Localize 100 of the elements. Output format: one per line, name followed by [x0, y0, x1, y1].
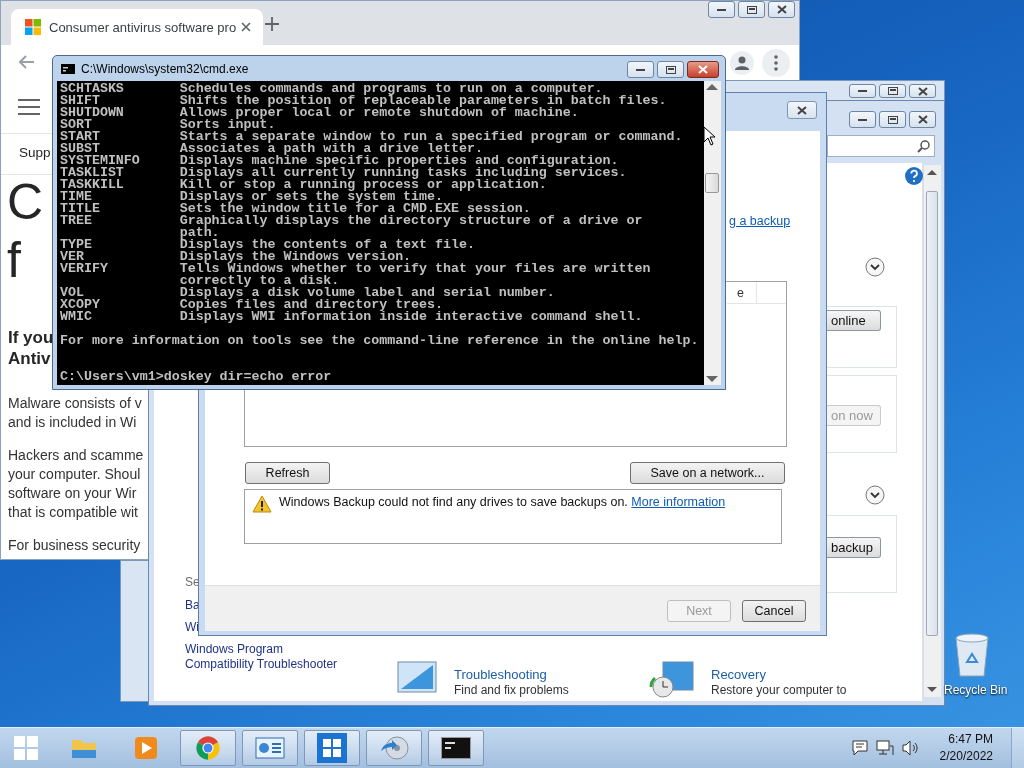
backup-disk-icon [379, 735, 409, 761]
section-heading: If you Antiv [8, 327, 54, 369]
minimize-button[interactable] [849, 111, 876, 128]
profile-button[interactable] [730, 51, 754, 75]
close-button[interactable] [787, 101, 817, 119]
browser-tab[interactable]: Consumer antivirus software pro [11, 9, 263, 45]
command-description: Displays machine specific properties and configuration. [179, 155, 619, 167]
command-description: Displays WMI information inside interactive command shell. [179, 311, 643, 323]
command-name: SHIFT [60, 95, 100, 107]
command-description: Shifts the position of replaceable parameters in batch files. [179, 95, 667, 107]
action-button[interactable]: online [827, 310, 881, 331]
refresh-button[interactable]: Refresh [245, 462, 330, 484]
command-name: TYPE [60, 239, 93, 251]
maximize-button[interactable] [657, 61, 684, 78]
maximize-icon [665, 65, 676, 74]
windows-logo-icon [14, 736, 38, 760]
tile-description: Restore your computer to [711, 683, 847, 697]
maximize-button[interactable] [738, 1, 765, 18]
command-name: WMIC [60, 311, 93, 323]
command-description: correctly to a disk. [179, 275, 340, 287]
command-name: XCOPY [60, 299, 101, 311]
save-on-network-button[interactable]: Save on a network... [630, 462, 785, 484]
clock-time[interactable]: 6:47 PM [948, 731, 993, 748]
taskbar-app-button[interactable] [428, 730, 484, 766]
search-icon [917, 139, 930, 153]
new-tab-button[interactable] [263, 15, 281, 33]
scroll-up-icon[interactable] [706, 83, 718, 90]
command-description: Kill or stop a running process or application. [179, 179, 547, 191]
expand-chevron-icon[interactable] [865, 485, 885, 505]
monitor-icon [397, 661, 437, 695]
monitor-clock-icon [649, 661, 695, 699]
command-name: SYSTEMINFO [60, 155, 141, 167]
close-icon [797, 105, 807, 115]
nav-link[interactable]: Supp [19, 145, 51, 160]
menu-button[interactable] [762, 49, 790, 77]
menu-button[interactable] [18, 99, 40, 115]
browser-icon [194, 734, 222, 762]
menu-icon [774, 55, 778, 71]
close-button[interactable] [687, 61, 719, 78]
scroll-up-icon[interactable] [927, 169, 937, 175]
command-name: VERIFY [60, 263, 109, 278]
four-squares-icon [25, 19, 41, 35]
command-description: Graphically displays the directory structure of a drive or [179, 215, 643, 227]
maximize-button[interactable] [879, 84, 906, 98]
drive-list[interactable] [244, 391, 787, 447]
scroll-thumb[interactable] [705, 173, 719, 193]
scroll-thumb[interactable] [926, 191, 938, 636]
expand-chevron-icon[interactable] [865, 257, 885, 277]
search-field[interactable] [827, 135, 935, 157]
scrollbar[interactable] [923, 165, 941, 697]
maximize-icon [887, 115, 898, 124]
maximize-icon [887, 87, 898, 95]
page-heading: C f [7, 173, 44, 289]
volume-icon[interactable] [901, 740, 920, 756]
control-panel-icon [255, 736, 285, 760]
command-description: Displays all currently running tasks including services. [179, 167, 627, 179]
close-button[interactable] [909, 111, 936, 128]
paragraph: Hackers and scamme your computer. Shoul software on your Wir that is compatible wit [8, 446, 144, 522]
command-description: Displays or sets the system time. [179, 191, 443, 203]
menu-icon [18, 99, 40, 115]
tile-title-link[interactable]: Troubleshooting [454, 667, 547, 682]
minimize-button[interactable] [708, 1, 735, 18]
command-name: SCHTASKS [60, 83, 125, 95]
clock-date[interactable]: 2/20/2022 [939, 748, 993, 765]
close-button[interactable] [768, 1, 795, 18]
scroll-down-icon[interactable] [706, 376, 718, 383]
scrollbar[interactable] [704, 81, 721, 385]
command-name: SORT [60, 119, 92, 131]
recycle-bin-icon[interactable] [952, 632, 992, 678]
windows-logo-icon [317, 733, 347, 763]
notification-icon[interactable] [851, 740, 868, 756]
action-button[interactable]: backup [827, 537, 881, 558]
paragraph: For business security [8, 536, 142, 555]
command-prompt[interactable]: C:\Users\vm1>doskey dir=echo error [60, 371, 704, 383]
column-header[interactable]: e [729, 282, 757, 304]
link[interactable]: g a backup [729, 214, 791, 228]
command-description: Copies files and directory trees. [179, 299, 443, 311]
command-name: START [60, 131, 101, 143]
person-icon [735, 56, 749, 70]
minimize-button[interactable] [627, 61, 654, 78]
minimize-button[interactable] [849, 84, 876, 98]
close-icon [241, 22, 251, 32]
command-name: TIME [60, 191, 92, 203]
command-name: VER [60, 251, 84, 263]
back-arrow-icon [17, 53, 35, 70]
window-title: C:\Windows\system32\cmd.exe [81, 62, 249, 76]
scroll-down-icon[interactable] [927, 687, 937, 693]
tab-title: Consumer antivirus software pro [49, 20, 237, 35]
more-information-link[interactable]: More information [631, 495, 726, 509]
console-line: For more information on tools see the command-line reference in the online help. [60, 335, 700, 347]
command-description: Sets the window title for a CMD.EXE session. [179, 203, 531, 215]
network-icon[interactable] [875, 740, 894, 756]
link[interactable]: Windows Program Compatibility Troubleshooter [185, 642, 345, 672]
warning-icon [252, 495, 272, 513]
help-icon[interactable] [905, 167, 923, 185]
close-button[interactable] [909, 84, 936, 98]
maximize-button[interactable] [879, 111, 906, 128]
command-description: Schedules commands and programs to run on a computer. [179, 83, 603, 95]
cancel-button[interactable]: Cancel [742, 600, 806, 622]
tile-title-link[interactable]: Recovery [711, 667, 766, 682]
